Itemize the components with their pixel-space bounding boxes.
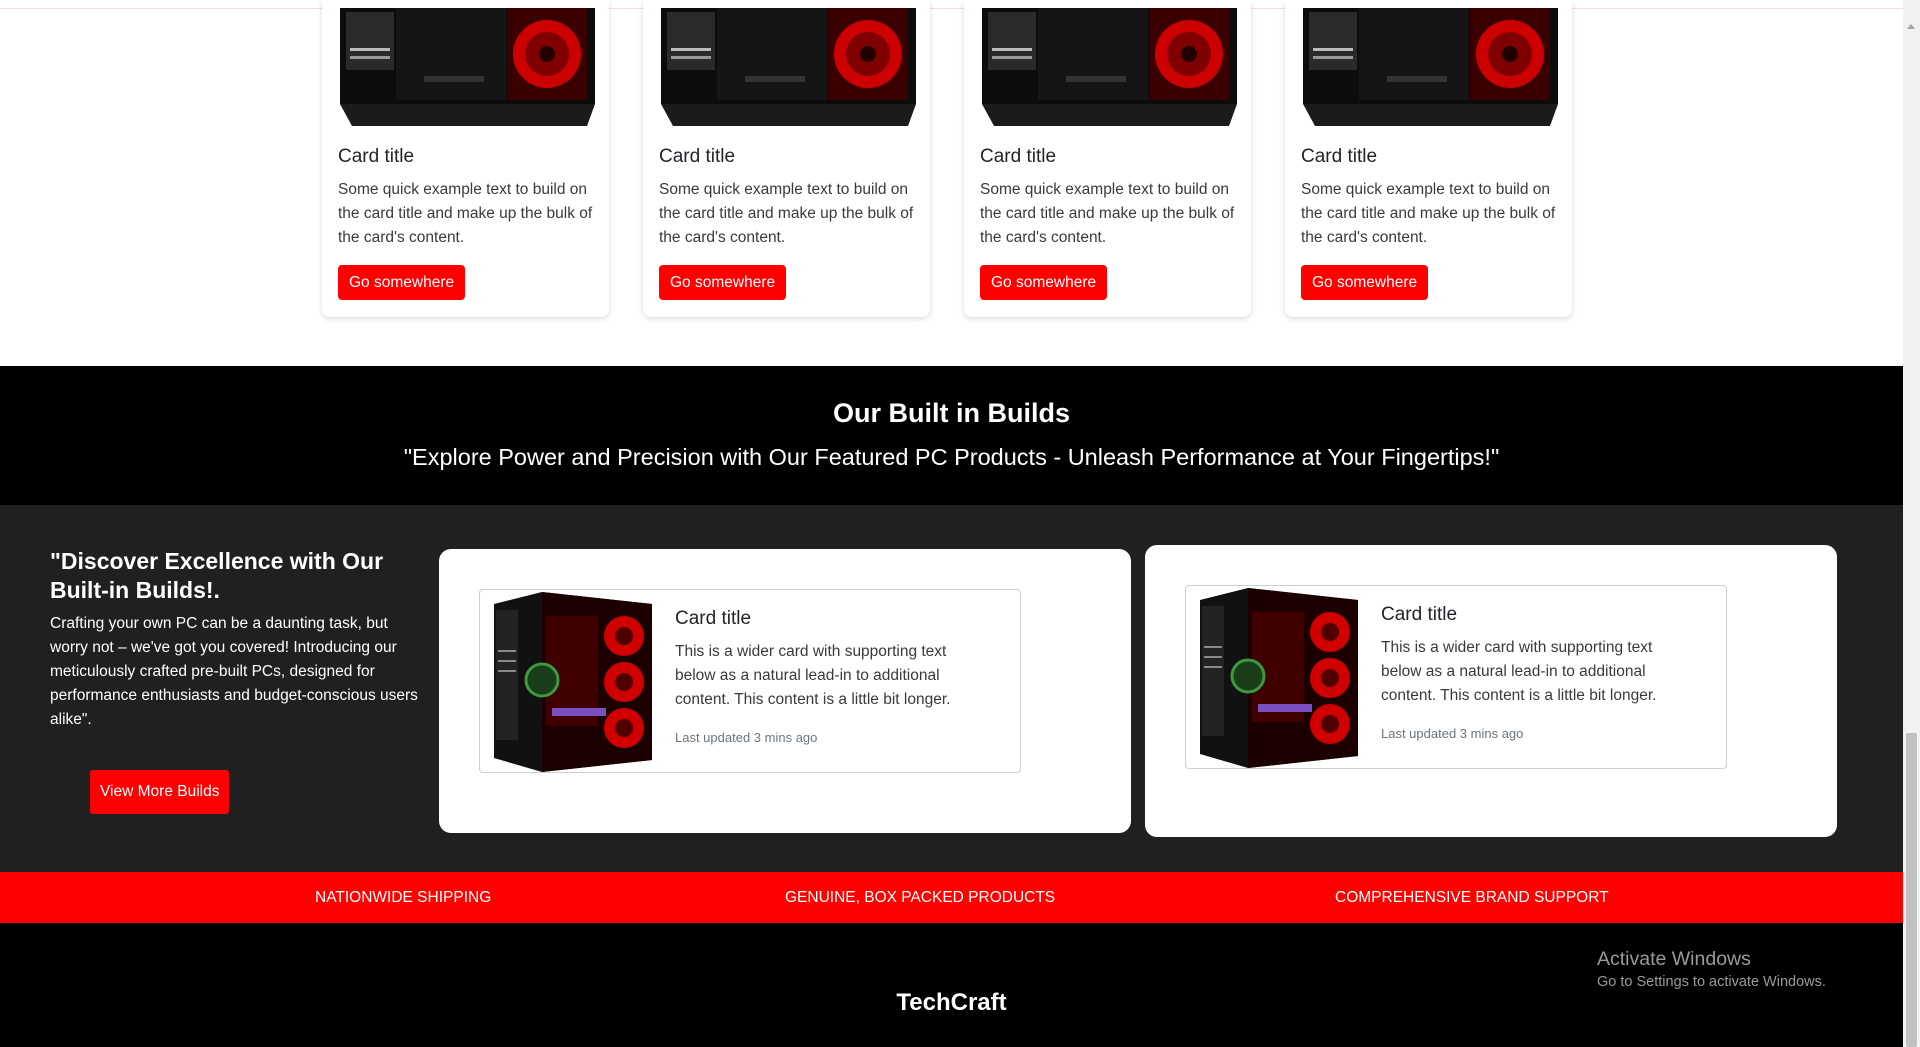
feature-genuine-products: GENUINE, BOX PACKED PRODUCTS bbox=[785, 889, 1056, 906]
watermark-subtitle: Go to Settings to activate Windows. bbox=[1597, 974, 1826, 990]
go-somewhere-button[interactable]: Go somewhere bbox=[980, 265, 1108, 300]
card-text: Some quick example text to build on the … bbox=[1301, 181, 1556, 246]
wide-card-container: Card title This is a wider card with sup… bbox=[1145, 545, 1837, 837]
last-updated-text: Last updated 3 mins ago bbox=[1381, 726, 1524, 741]
wide-card: Card title This is a wider card with sup… bbox=[1185, 585, 1727, 769]
promo-title: "Discover Excellence with Our Built-in B… bbox=[50, 548, 384, 603]
section-tagline: "Explore Power and Precision with Our Fe… bbox=[403, 444, 1500, 470]
section-heading: Our Built in Builds bbox=[833, 398, 1070, 428]
features-bar: NATIONWIDE SHIPPING GENUINE, BOX PACKED … bbox=[0, 872, 1903, 923]
pc-case-image bbox=[653, 8, 920, 128]
last-updated-text: Last updated 3 mins ago bbox=[675, 730, 818, 745]
scroll-up-arrow-icon[interactable] bbox=[1907, 24, 1915, 29]
card-title: Card title bbox=[659, 146, 736, 167]
product-card: Card title Some quick example text to bu… bbox=[322, 0, 609, 317]
card-text: This is a wider card with supporting tex… bbox=[1381, 639, 1657, 704]
view-more-builds-button[interactable]: View More Builds bbox=[90, 770, 230, 814]
wide-card-container: Card title This is a wider card with sup… bbox=[439, 549, 1131, 833]
product-cards-section: Card title Some quick example text to bu… bbox=[0, 0, 1903, 366]
card-title: Card title bbox=[1301, 146, 1378, 167]
card-text: Some quick example text to build on the … bbox=[338, 181, 593, 246]
footer-cutoff-text bbox=[650, 1041, 1270, 1047]
scrollbar-thumb[interactable] bbox=[1906, 733, 1917, 1047]
card-title: Card title bbox=[338, 146, 415, 167]
promo-text: Crafting your own PC can be a daunting t… bbox=[50, 615, 418, 728]
product-card: Card title Some quick example text to bu… bbox=[643, 0, 930, 317]
pc-case-image bbox=[1295, 8, 1562, 128]
card-title: Card title bbox=[1381, 604, 1458, 625]
card-text: Some quick example text to build on the … bbox=[659, 181, 914, 246]
feature-shipping: NATIONWIDE SHIPPING bbox=[315, 889, 492, 906]
wide-card: Card title This is a wider card with sup… bbox=[479, 589, 1021, 773]
card-title: Card title bbox=[675, 608, 752, 629]
built-builds-header: Our Built in Builds "Explore Power and P… bbox=[0, 366, 1903, 505]
go-somewhere-button[interactable]: Go somewhere bbox=[338, 265, 466, 300]
product-card: Card title Some quick example text to bu… bbox=[1285, 0, 1572, 317]
pc-case-image bbox=[332, 8, 599, 128]
go-somewhere-button[interactable]: Go somewhere bbox=[659, 265, 787, 300]
pc-case-image bbox=[974, 8, 1241, 128]
pc-case-image bbox=[1192, 586, 1358, 768]
watermark-title: Activate Windows bbox=[1597, 948, 1751, 970]
activate-windows-watermark: Activate Windows Go to Settings to activ… bbox=[1597, 948, 1826, 990]
card-text: Some quick example text to build on the … bbox=[980, 181, 1235, 246]
card-title: Card title bbox=[980, 146, 1057, 167]
go-somewhere-button[interactable]: Go somewhere bbox=[1301, 265, 1429, 300]
pc-case-image bbox=[486, 590, 652, 772]
feature-brand-support: COMPREHENSIVE BRAND SUPPORT bbox=[1335, 889, 1609, 906]
product-card: Card title Some quick example text to bu… bbox=[964, 0, 1251, 317]
page-scrollbar[interactable] bbox=[1903, 0, 1920, 1047]
builds-section: "Discover Excellence with Our Built-in B… bbox=[0, 505, 1903, 872]
footer-brand: TechCraft bbox=[896, 989, 1007, 1016]
card-text: This is a wider card with supporting tex… bbox=[675, 643, 951, 708]
